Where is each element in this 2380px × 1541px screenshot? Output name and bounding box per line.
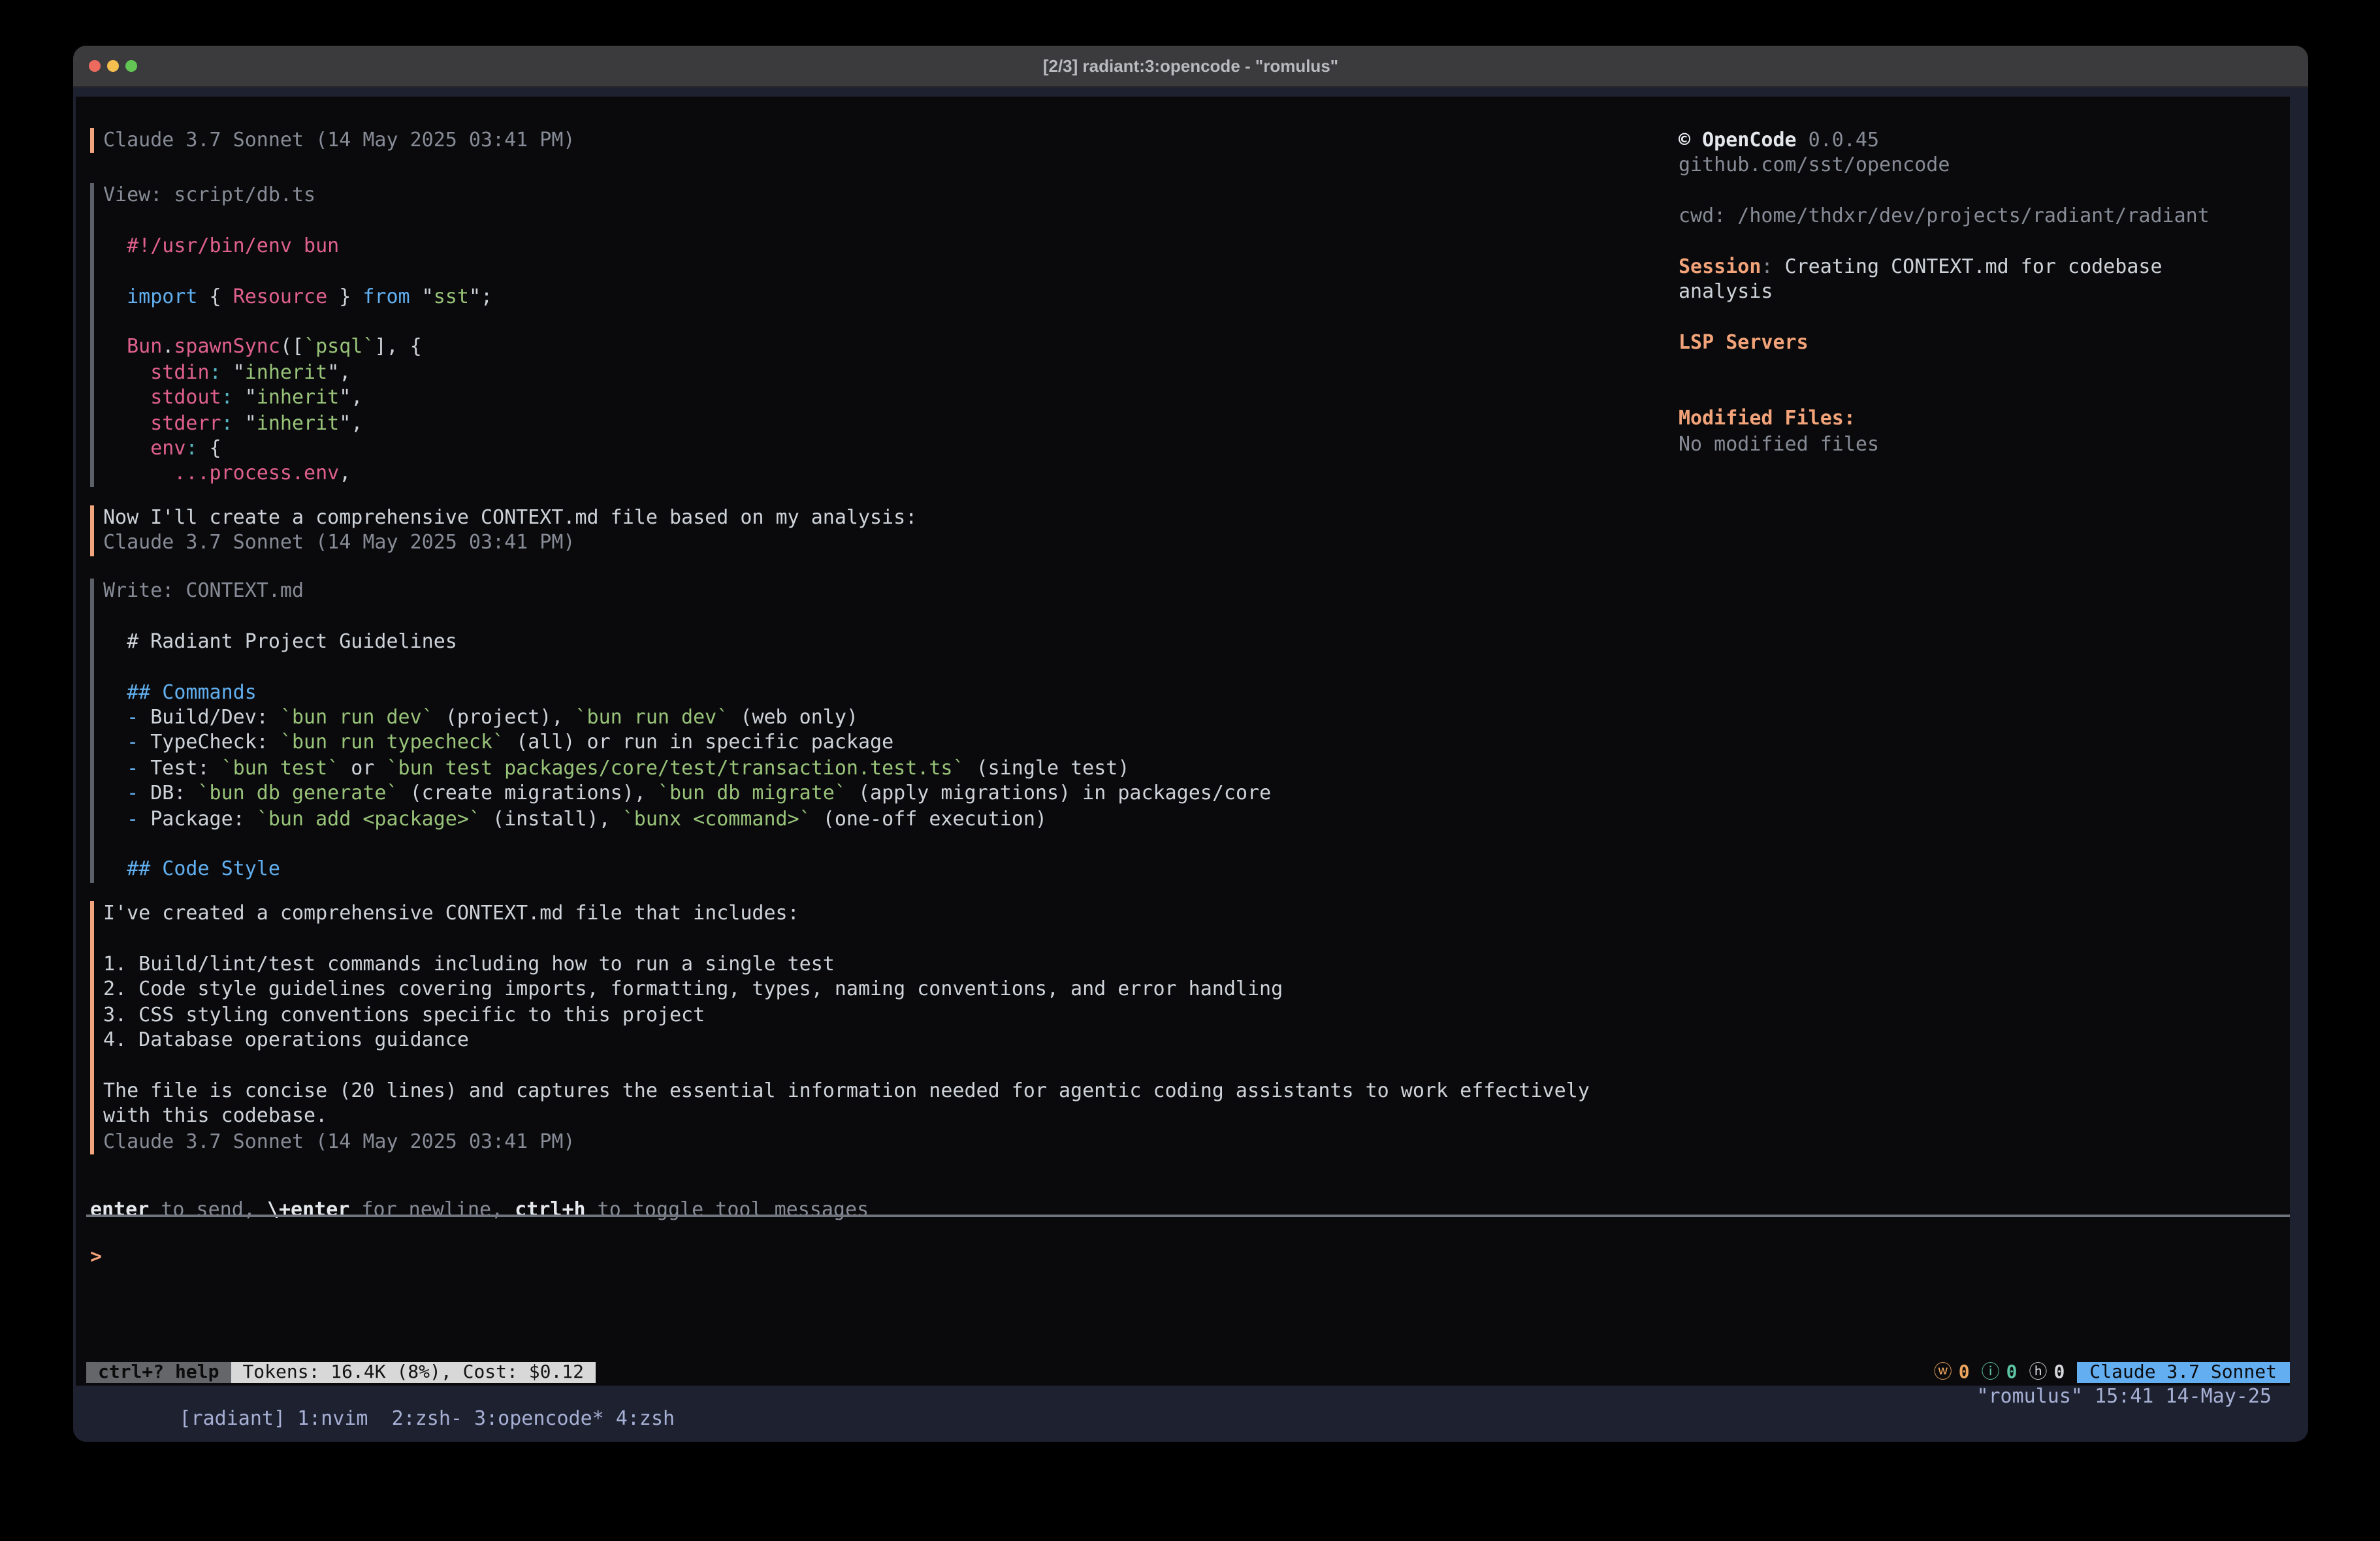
status-bar-left: ctrl+? help Tokens: 16.4K (8%), Cost: $0… xyxy=(86,1362,596,1383)
window-titlebar: [2/3] radiant:3:opencode - "romulus" xyxy=(73,46,2308,87)
text-line: Claude 3.7 Sonnet (14 May 2025 03:41 PM) xyxy=(103,531,917,556)
text-line xyxy=(1679,381,2210,407)
status-bar-right: ⓦ 0 ⓘ 0 ⓗ 0 Claude 3.7 Sonnet xyxy=(1934,1362,2290,1383)
assistant-message-header-block: Claude 3.7 Sonnet (14 May 2025 03:41 PM) xyxy=(90,128,575,153)
model-chip[interactable]: Claude 3.7 Sonnet xyxy=(2076,1362,2290,1383)
text-line: #!/usr/bin/env bun xyxy=(103,234,492,259)
text-line xyxy=(103,259,492,284)
text-line: Claude 3.7 Sonnet (14 May 2025 03:41 PM) xyxy=(103,128,575,153)
text-line: env: { xyxy=(103,436,492,462)
text-line: Session: Creating CONTEXT.md for codebas… xyxy=(1679,255,2210,280)
warning-icon: ⓦ xyxy=(1934,1362,1952,1383)
text-line: 1. Build/lint/test commands including ho… xyxy=(103,952,1590,977)
assistant-message-block: Now I'll create a comprehensive CONTEXT.… xyxy=(90,505,917,556)
text-line: - Test: `bun test` or `bun test packages… xyxy=(103,755,1271,781)
text-line xyxy=(103,208,492,234)
screen: [2/3] radiant:3:opencode - "romulus" Cla… xyxy=(0,0,2380,1541)
session-sidebar: © OpenCode 0.0.45github.com/sst/opencode… xyxy=(1679,128,2210,457)
text-line: with this codebase. xyxy=(103,1104,1590,1129)
text-line: Write: CONTEXT.md xyxy=(103,579,1271,604)
text-line xyxy=(103,832,1271,857)
info-icon: ⓘ xyxy=(1982,1362,2000,1383)
text-line: stdout: "inherit", xyxy=(103,385,492,411)
text-line: import { Resource } from "sst"; xyxy=(103,284,492,310)
lsp-warning-count: ⓦ 0 xyxy=(1934,1362,1970,1383)
text-line: - TypeCheck: `bun run typecheck` (all) o… xyxy=(103,731,1271,756)
text-line: Now I'll create a comprehensive CONTEXT.… xyxy=(103,505,917,531)
text-line xyxy=(1679,356,2210,381)
tool-view-block: View: script/db.ts #!/usr/bin/env bun im… xyxy=(90,183,492,486)
text-line: - DB: `bun db generate` (create migratio… xyxy=(103,781,1271,806)
tmux-host-clock: "romulus" 15:41 14-May-25 xyxy=(1976,1386,2272,1408)
text-line xyxy=(103,604,1271,629)
opencode-pane: Claude 3.7 Sonnet (14 May 2025 03:41 PM)… xyxy=(76,97,2290,1386)
assistant-result-block: I've created a comprehensive CONTEXT.md … xyxy=(90,901,1590,1154)
hint-count: 0 xyxy=(2054,1362,2065,1383)
text-line xyxy=(103,654,1271,680)
text-line: ## Commands xyxy=(103,680,1271,705)
prompt-input[interactable]: > xyxy=(86,1217,2290,1358)
tmux-window-nvim[interactable]: 1:nvim xyxy=(285,1406,368,1430)
text-line: No modified files xyxy=(1679,432,2210,457)
text-line: ## Code Style xyxy=(103,857,1271,883)
text-line: LSP Servers xyxy=(1679,330,2210,356)
tool-write-block: Write: CONTEXT.md # Radiant Project Guid… xyxy=(90,579,1271,882)
text-line: ...process.env, xyxy=(103,462,492,487)
tmux-session-name: [radiant] xyxy=(180,1406,286,1430)
text-line xyxy=(1679,179,2210,204)
text-line: © OpenCode 0.0.45 xyxy=(1679,128,2210,153)
lsp-info-count: ⓘ 0 xyxy=(1982,1362,2018,1383)
help-shortcut-chip: ctrl+? help xyxy=(86,1362,231,1383)
text-line: View: script/db.ts xyxy=(103,183,492,208)
text-line: 4. Database operations guidance xyxy=(103,1028,1590,1053)
window-title: [2/3] radiant:3:opencode - "romulus" xyxy=(73,46,2308,86)
hint-icon: ⓗ xyxy=(2029,1362,2048,1383)
tmux-window-opencode[interactable]: 3:opencode* xyxy=(462,1406,604,1430)
text-line xyxy=(103,927,1590,952)
warning-count: 0 xyxy=(1959,1362,1970,1383)
tmux-status-bar: [radiant] 1:nvim 2:zsh- 3:opencode* 4:zs… xyxy=(76,1386,2290,1408)
text-line: 2. Code style guidelines covering import… xyxy=(103,977,1590,1002)
tmux-window-zsh4[interactable]: 4:zsh xyxy=(604,1406,675,1430)
text-line xyxy=(103,310,492,335)
text-line: Modified Files: xyxy=(1679,407,2210,432)
text-line: # Radiant Project Guidelines xyxy=(103,629,1271,655)
text-line: cwd: /home/thdxr/dev/projects/radiant/ra… xyxy=(1679,204,2210,229)
info-count: 0 xyxy=(2006,1362,2018,1383)
text-line: stderr: "inherit", xyxy=(103,411,492,436)
tokens-cost-chip: Tokens: 16.4K (8%), Cost: $0.12 xyxy=(231,1362,596,1383)
text-line xyxy=(103,1053,1590,1079)
text-line xyxy=(1679,305,2210,330)
text-line: The file is concise (20 lines) and captu… xyxy=(103,1078,1590,1104)
text-line: stdin: "inherit", xyxy=(103,360,492,385)
text-line: github.com/sst/opencode xyxy=(1679,153,2210,179)
tmux-window-list: [radiant] 1:nvim 2:zsh- 3:opencode* 4:zs… xyxy=(85,1386,675,1442)
text-line: - Build/Dev: `bun run dev` (project), `b… xyxy=(103,705,1271,731)
text-line: - Package: `bun add <package>` (install)… xyxy=(103,806,1271,832)
terminal-window: [2/3] radiant:3:opencode - "romulus" Cla… xyxy=(73,46,2308,1442)
prompt-marker: > xyxy=(90,1245,102,1270)
text-line: Bun.spawnSync([`psql`], { xyxy=(103,335,492,360)
text-line xyxy=(1679,229,2210,255)
text-line: I've created a comprehensive CONTEXT.md … xyxy=(103,901,1590,927)
text-line: 3. CSS styling conventions specific to t… xyxy=(103,1002,1590,1028)
text-line: Claude 3.7 Sonnet (14 May 2025 03:41 PM) xyxy=(103,1129,1590,1154)
lsp-hint-count: ⓗ 0 xyxy=(2029,1362,2065,1383)
text-line: analysis xyxy=(1679,280,2210,306)
tmux-window-zsh2[interactable]: 2:zsh- xyxy=(368,1406,463,1430)
